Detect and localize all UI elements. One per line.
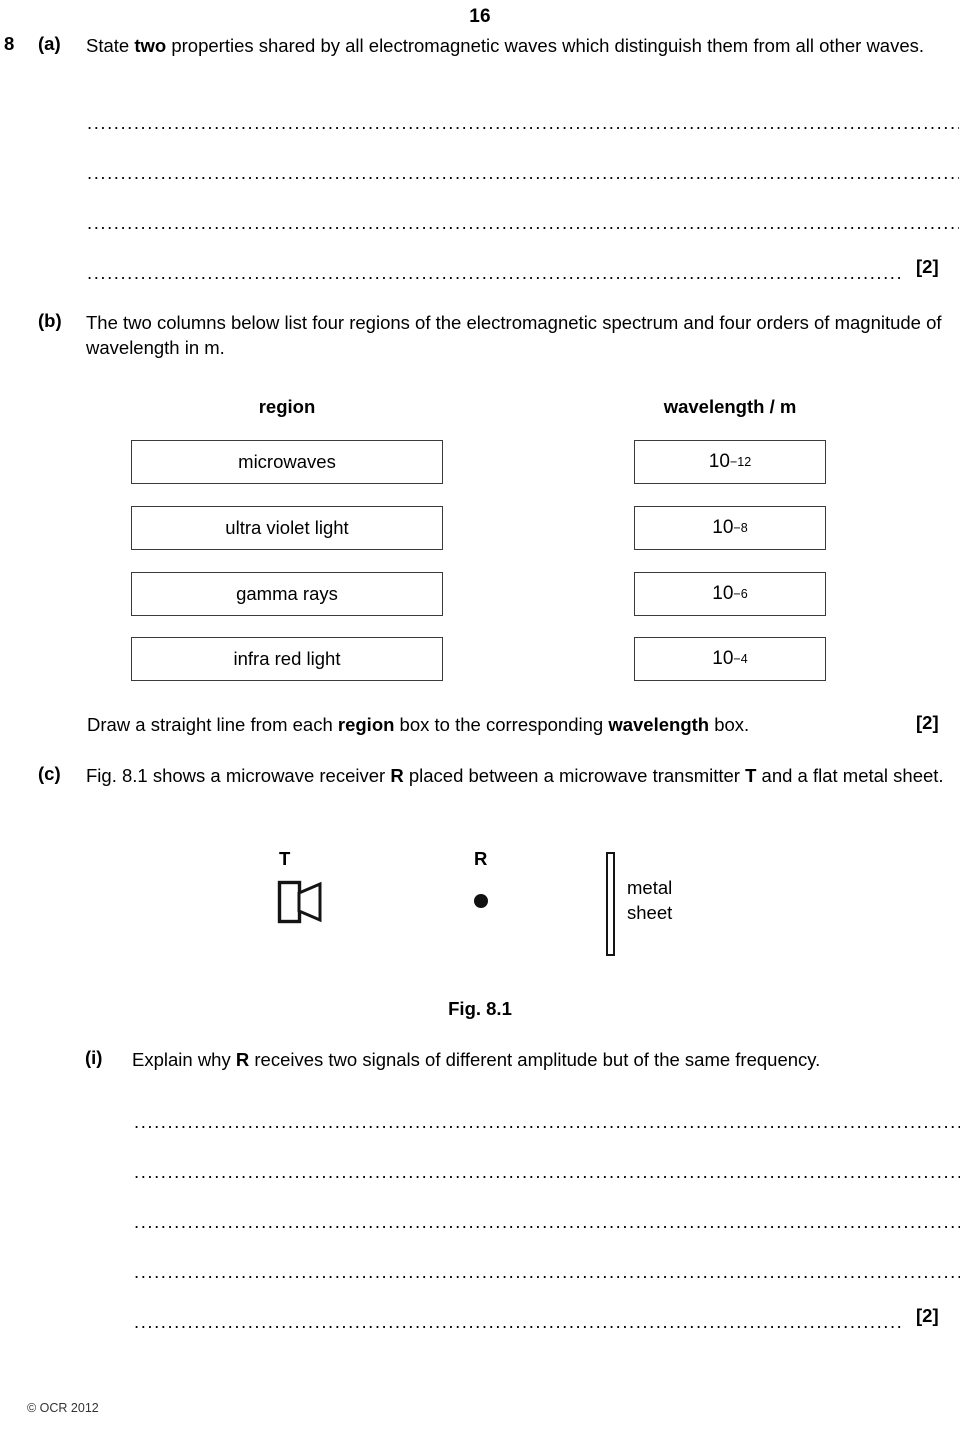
question-8ci-text: Explain why R receives two signals of di… bbox=[132, 1047, 957, 1072]
question-8c: (c) Fig. 8.1 shows a microwave receiver … bbox=[38, 763, 960, 788]
part-label-c: (c) bbox=[38, 763, 61, 784]
wavelength-box-1[interactable]: 10 −12 bbox=[634, 440, 826, 484]
region-box-1-label: microwaves bbox=[238, 451, 336, 472]
column-header-wavelength: wavelength / m bbox=[663, 396, 797, 417]
answer-line-a-4[interactable]: ........................................… bbox=[87, 263, 902, 283]
marks-ci: [2] bbox=[916, 1305, 939, 1326]
region-box-4[interactable]: infra red light bbox=[131, 637, 443, 681]
metal-sheet-caption-line1: metal bbox=[627, 877, 673, 898]
microwave-receiver-dot-icon bbox=[474, 894, 488, 908]
metal-sheet-caption: metal sheet bbox=[627, 875, 672, 925]
answer-line-ci-1[interactable]: ........................................… bbox=[134, 1112, 960, 1132]
matching-instruction-3: box. bbox=[709, 714, 750, 735]
region-box-3-label: gamma rays bbox=[236, 583, 338, 604]
microwave-transmitter-icon bbox=[277, 880, 323, 924]
question-8ci: (i) Explain why R receives two signals o… bbox=[85, 1047, 960, 1072]
part-label-b: (b) bbox=[38, 310, 62, 331]
answer-line-a-3[interactable]: ........................................… bbox=[87, 213, 959, 233]
region-box-1[interactable]: microwaves bbox=[131, 440, 443, 484]
question-8c-text: Fig. 8.1 shows a microwave receiver R pl… bbox=[86, 763, 960, 788]
figure-receiver-label: R bbox=[474, 848, 488, 869]
matching-instruction-1: Draw a straight line from each bbox=[87, 714, 338, 735]
part-label-i: (i) bbox=[85, 1047, 103, 1068]
matching-instruction-bold-region: region bbox=[337, 714, 395, 735]
figure-transmitter-label: T bbox=[279, 848, 291, 869]
figure-caption: Fig. 8.1 bbox=[448, 998, 512, 1019]
metal-sheet-caption-line2: sheet bbox=[627, 902, 673, 923]
region-box-2[interactable]: ultra violet light bbox=[131, 506, 443, 550]
marks-b: [2] bbox=[916, 712, 939, 733]
wavelength-box-3[interactable]: 10 −6 bbox=[634, 572, 826, 616]
q8ci-bold-r: R bbox=[235, 1049, 250, 1070]
copyright-footer: © OCR 2012 bbox=[27, 1401, 99, 1415]
answer-line-ci-2[interactable]: ........................................… bbox=[134, 1162, 960, 1182]
q8a-text-1: State bbox=[86, 35, 135, 56]
answer-line-ci-4[interactable]: ........................................… bbox=[134, 1262, 960, 1282]
q8c-bold-t: T bbox=[745, 765, 757, 786]
answer-line-ci-3[interactable]: ........................................… bbox=[134, 1212, 960, 1232]
q8c-text-2: placed between a microwave transmitter bbox=[403, 765, 746, 786]
matching-instruction-bold-wavelength: wavelength bbox=[608, 714, 710, 735]
wavelength-box-3-base: 10 bbox=[712, 583, 734, 604]
metal-sheet-icon bbox=[606, 852, 615, 956]
question-8a: 8 (a) State two properties shared by all… bbox=[4, 33, 954, 58]
wavelength-box-4[interactable]: 10 −4 bbox=[634, 637, 826, 681]
matching-instruction-2: box to the corresponding bbox=[394, 714, 609, 735]
answer-line-a-2[interactable]: ........................................… bbox=[87, 163, 959, 183]
question-8b: (b) The two columns below list four regi… bbox=[38, 310, 958, 360]
q8ci-text-1: Explain why bbox=[132, 1049, 236, 1070]
marks-a: [2] bbox=[916, 256, 939, 277]
column-header-region: region bbox=[258, 396, 316, 417]
region-box-4-label: infra red light bbox=[233, 648, 341, 669]
question-number: 8 bbox=[4, 33, 15, 54]
part-label-a: (a) bbox=[38, 33, 61, 54]
region-box-2-label: ultra violet light bbox=[225, 517, 349, 538]
question-8b-text: The two columns below list four regions … bbox=[86, 312, 942, 358]
wavelength-box-2[interactable]: 10 −8 bbox=[634, 506, 826, 550]
q8c-bold-r: R bbox=[390, 765, 404, 786]
question-8a-text: State two properties shared by all elect… bbox=[86, 33, 946, 58]
region-box-3[interactable]: gamma rays bbox=[131, 572, 443, 616]
wavelength-box-4-base: 10 bbox=[712, 648, 734, 669]
wavelength-box-2-base: 10 bbox=[712, 517, 734, 538]
answer-line-ci-5[interactable]: ........................................… bbox=[134, 1312, 904, 1332]
q8a-bold-two: two bbox=[134, 35, 167, 56]
q8ci-text-2: receives two signals of different amplit… bbox=[249, 1049, 821, 1070]
q8c-text-3: and a flat metal sheet. bbox=[756, 765, 944, 786]
matching-instruction: Draw a straight line from each region bo… bbox=[87, 712, 887, 737]
page-number: 16 bbox=[469, 6, 491, 27]
q8c-text-1: Fig. 8.1 shows a microwave receiver bbox=[86, 765, 391, 786]
wavelength-box-1-base: 10 bbox=[708, 451, 730, 472]
answer-line-a-1[interactable]: ........................................… bbox=[87, 113, 959, 133]
q8a-text-2: properties shared by all electromagnetic… bbox=[166, 35, 925, 56]
